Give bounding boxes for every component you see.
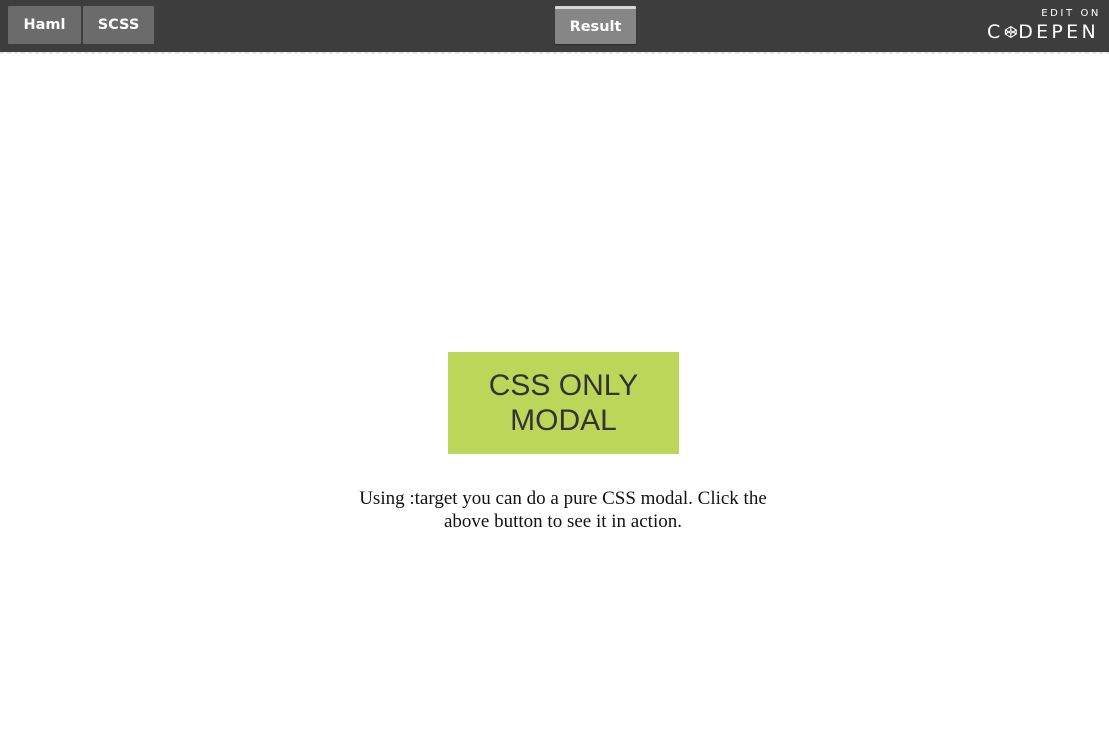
edit-on-codepen-link[interactable]: EDIT ON C DEPEN [987, 9, 1099, 42]
description-text: Using :target you can do a pure CSS moda… [359, 488, 767, 532]
css-only-modal-button[interactable]: CSS ONLY MODAL [448, 352, 679, 454]
toolbar: Haml SCSS Result EDIT ON C DEPEN [0, 0, 1109, 54]
codepen-logo: C DEPEN [987, 22, 1099, 42]
codepen-brand-right: DEPEN [1018, 20, 1099, 43]
tab-result[interactable]: Result [555, 6, 636, 44]
tab-scss[interactable]: SCSS [83, 6, 154, 44]
tab-haml[interactable]: Haml [8, 6, 81, 44]
codepen-cube-icon [1004, 26, 1017, 38]
edit-on-label: EDIT ON [1041, 8, 1101, 19]
codepen-brand-left: C [987, 20, 1004, 43]
